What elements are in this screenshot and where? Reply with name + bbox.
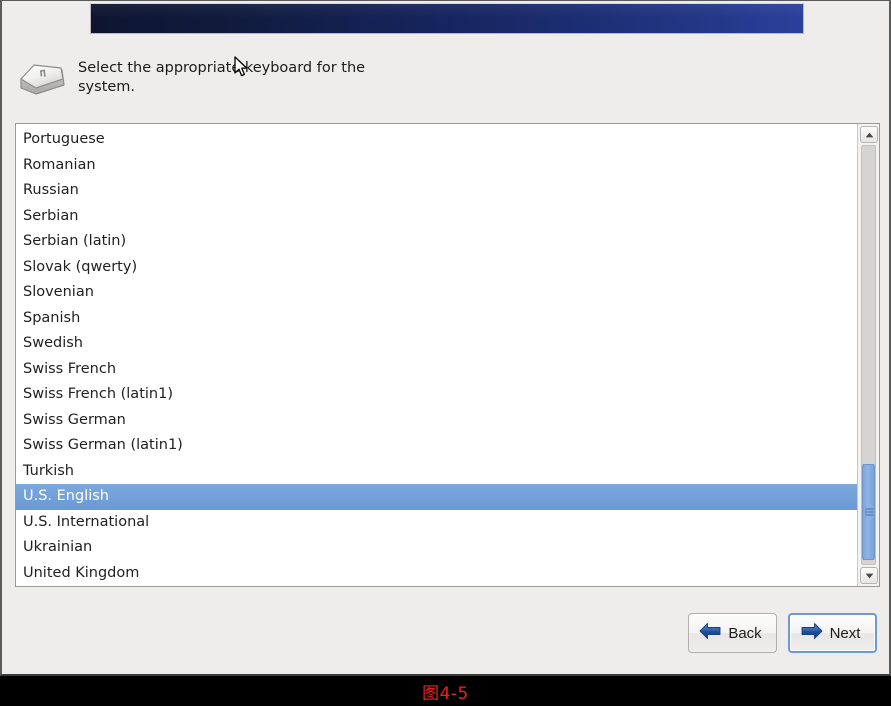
list-item[interactable]: United Kingdom [16, 561, 857, 587]
header-banner [90, 3, 804, 34]
prompt-text: Select the appropriate keyboard for the … [78, 60, 366, 95]
list-item[interactable]: Romanian [16, 153, 857, 179]
scrollbar-grip-icon [864, 508, 873, 516]
scrollbar-down-button[interactable] [860, 567, 878, 584]
list-item[interactable]: Slovak (qwerty) [16, 255, 857, 281]
prompt-row: Select the appropriate keyboard for the … [16, 53, 536, 105]
banner-sheen [91, 4, 803, 18]
list-item[interactable]: Turkish [16, 459, 857, 485]
list-item-selected[interactable]: U.S. English [16, 484, 857, 510]
list-item[interactable]: Spanish [16, 306, 857, 332]
figure-caption: 图4-5 [422, 683, 469, 704]
list-item[interactable]: Swiss French (latin1) [16, 382, 857, 408]
scrollbar-track[interactable] [861, 145, 876, 565]
back-button[interactable]: Back [688, 613, 777, 653]
list-item[interactable]: Slovenian [16, 280, 857, 306]
list-item[interactable]: U.S. International [16, 510, 857, 536]
chevron-up-icon [865, 132, 873, 137]
list-item[interactable]: Portuguese [16, 127, 857, 153]
scrollbar-up-button[interactable] [860, 126, 878, 143]
list-item[interactable]: Serbian (latin) [16, 229, 857, 255]
list-item[interactable]: Swiss French [16, 357, 857, 383]
list-item[interactable]: Ukrainian [16, 535, 857, 561]
keyboard-layout-listbox[interactable]: Portuguese Romanian Russian Serbian Serb… [15, 123, 880, 587]
arrow-left-icon [699, 622, 721, 644]
next-button-label: Next [829, 624, 861, 642]
installer-window: Select the appropriate keyboard for the … [0, 0, 891, 676]
list-item[interactable]: Swiss German (latin1) [16, 433, 857, 459]
keyboard-key-icon [16, 55, 68, 101]
list-item[interactable]: Russian [16, 178, 857, 204]
back-button-label: Back [728, 624, 762, 642]
list-item[interactable]: Serbian [16, 204, 857, 230]
screen: Select the appropriate keyboard for the … [0, 0, 891, 706]
button-bar: Back Next [688, 613, 877, 653]
chevron-down-icon [865, 573, 873, 578]
list-scrollbar[interactable] [857, 124, 879, 586]
list-item[interactable]: Swedish [16, 331, 857, 357]
next-button[interactable]: Next [788, 613, 877, 653]
caption-band: 图4-5 [0, 676, 891, 706]
scrollbar-thumb[interactable] [862, 463, 875, 560]
keyboard-list[interactable]: Portuguese Romanian Russian Serbian Serb… [16, 124, 857, 586]
list-item[interactable]: Swiss German [16, 408, 857, 434]
arrow-right-icon [801, 622, 823, 644]
